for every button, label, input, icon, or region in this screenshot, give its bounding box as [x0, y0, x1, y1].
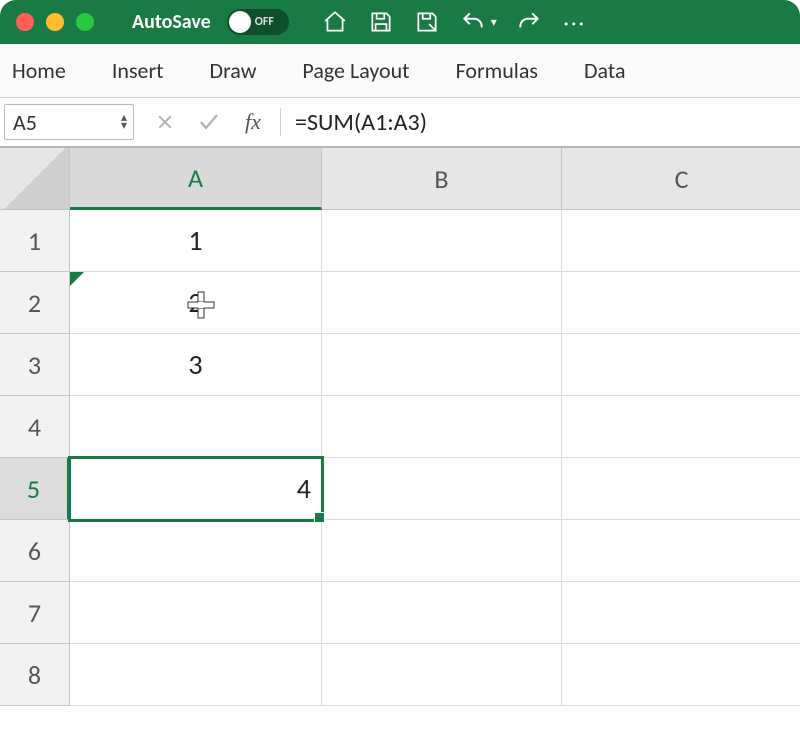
- undo-split-button[interactable]: ▾: [459, 8, 497, 36]
- title-bar: AutoSave OFF ▾ ···: [0, 0, 800, 44]
- cell-A5[interactable]: 4: [70, 458, 322, 520]
- cell-A7[interactable]: [70, 582, 322, 644]
- cell-B3[interactable]: [322, 334, 562, 396]
- save-as-icon[interactable]: [413, 8, 441, 36]
- window-controls: [16, 13, 94, 31]
- cell-C8[interactable]: [562, 644, 800, 706]
- tab-insert[interactable]: Insert: [112, 57, 164, 84]
- undo-icon: [459, 8, 487, 36]
- cell-C3[interactable]: [562, 334, 800, 396]
- autosave-toggle[interactable]: OFF: [227, 9, 289, 35]
- cell-C1[interactable]: [562, 210, 800, 272]
- column-header-B[interactable]: B: [322, 148, 562, 210]
- column-header-C[interactable]: C: [562, 148, 800, 210]
- cell-C5[interactable]: [562, 458, 800, 520]
- name-box-stepper[interactable]: ▴ ▾: [121, 114, 127, 130]
- formula-bar-buttons: fx: [134, 98, 280, 146]
- row-header-2[interactable]: 2: [0, 272, 70, 334]
- cell-A4[interactable]: [70, 396, 322, 458]
- close-window-button[interactable]: [16, 13, 34, 31]
- chevron-down-icon: ▾: [121, 122, 127, 130]
- toggle-knob: [229, 11, 251, 33]
- tab-data[interactable]: Data: [584, 57, 626, 84]
- cell-B8[interactable]: [322, 644, 562, 706]
- redo-icon[interactable]: [515, 8, 543, 36]
- cell-B6[interactable]: [322, 520, 562, 582]
- save-icon[interactable]: [367, 8, 395, 36]
- row-header-4[interactable]: 4: [0, 396, 70, 458]
- spreadsheet-grid[interactable]: A B C 1 1 2 2 3 3 4 5 4 6: [0, 148, 800, 706]
- cell-C7[interactable]: [562, 582, 800, 644]
- cell-A1[interactable]: 1: [70, 210, 322, 272]
- cancel-icon[interactable]: [152, 109, 178, 135]
- cell-A6[interactable]: [70, 520, 322, 582]
- zoom-window-button[interactable]: [76, 13, 94, 31]
- column-header-A[interactable]: A: [70, 148, 322, 210]
- tab-formulas[interactable]: Formulas: [456, 57, 538, 84]
- formula-text: =SUM(A1:A3): [295, 108, 427, 137]
- cell-B5[interactable]: [322, 458, 562, 520]
- row-header-3[interactable]: 3: [0, 334, 70, 396]
- cell-C2[interactable]: [562, 272, 800, 334]
- row-header-5[interactable]: 5: [0, 458, 70, 520]
- formula-input[interactable]: =SUM(A1:A3): [281, 98, 800, 146]
- ribbon-tabs: Home Insert Draw Page Layout Formulas Da…: [0, 44, 800, 98]
- cell-value: 2: [188, 285, 202, 320]
- autosave-label: AutoSave: [132, 10, 211, 34]
- tab-draw[interactable]: Draw: [210, 57, 257, 84]
- cell-A2[interactable]: 2: [70, 272, 322, 334]
- cell-B1[interactable]: [322, 210, 562, 272]
- cell-B7[interactable]: [322, 582, 562, 644]
- select-all-corner[interactable]: [0, 148, 70, 210]
- row-header-1[interactable]: 1: [0, 210, 70, 272]
- quick-access-toolbar: ▾ ···: [321, 8, 589, 36]
- formula-bar: A5 ▴ ▾ fx =SUM(A1:A3): [0, 98, 800, 148]
- more-icon[interactable]: ···: [561, 8, 589, 36]
- error-flag-icon: [70, 272, 84, 286]
- cell-B4[interactable]: [322, 396, 562, 458]
- fx-icon[interactable]: fx: [240, 109, 266, 135]
- row-header-8[interactable]: 8: [0, 644, 70, 706]
- cell-C4[interactable]: [562, 396, 800, 458]
- home-icon[interactable]: [321, 8, 349, 36]
- chevron-down-icon: ▾: [491, 15, 497, 30]
- row-header-6[interactable]: 6: [0, 520, 70, 582]
- cell-B2[interactable]: [322, 272, 562, 334]
- enter-icon[interactable]: [196, 109, 222, 135]
- name-box-value: A5: [13, 109, 37, 136]
- minimize-window-button[interactable]: [46, 13, 64, 31]
- cell-A8[interactable]: [70, 644, 322, 706]
- autosave-state: OFF: [255, 15, 274, 29]
- cell-C6[interactable]: [562, 520, 800, 582]
- row-header-7[interactable]: 7: [0, 582, 70, 644]
- name-box[interactable]: A5 ▴ ▾: [4, 104, 134, 140]
- tab-home[interactable]: Home: [12, 57, 66, 84]
- tab-page-layout[interactable]: Page Layout: [302, 57, 409, 84]
- cell-A3[interactable]: 3: [70, 334, 322, 396]
